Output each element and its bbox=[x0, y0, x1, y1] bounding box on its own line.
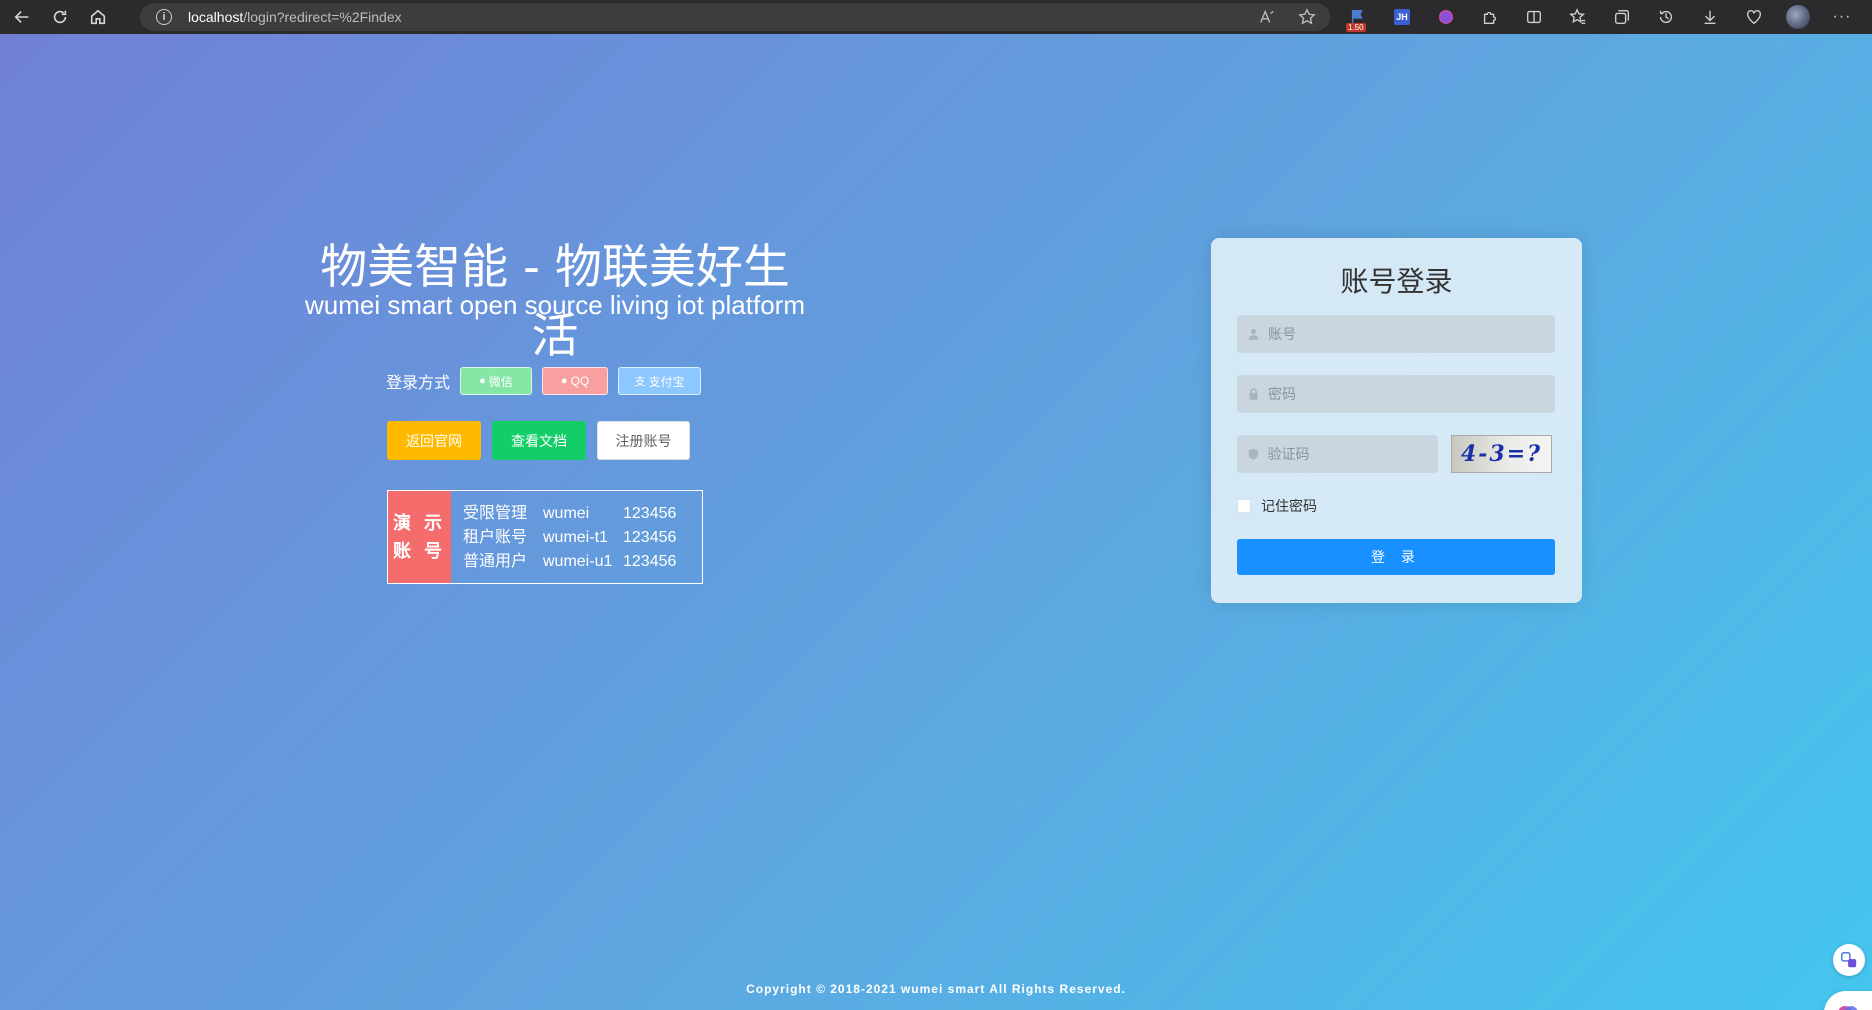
extension-flag-button[interactable]: 1.50 bbox=[1346, 5, 1370, 32]
home-button[interactable] bbox=[82, 3, 114, 31]
captcha-field[interactable] bbox=[1237, 435, 1438, 473]
demo-role: 租户账号 bbox=[463, 529, 528, 546]
reload-icon bbox=[53, 10, 67, 24]
back-arrow-icon bbox=[14, 11, 29, 23]
favorites-icon bbox=[1569, 8, 1586, 24]
translate-icon bbox=[1841, 952, 1857, 968]
register-button[interactable]: 注册账号 bbox=[597, 421, 690, 460]
qq-label: QQ bbox=[570, 374, 590, 388]
site-info-icon[interactable]: i bbox=[156, 9, 172, 25]
read-aloud-icon[interactable] bbox=[1258, 8, 1276, 26]
demo-role: 普通用户 bbox=[463, 553, 528, 570]
login-methods: 登录方式 ● 微信 ● QQ 支 支付宝 bbox=[386, 367, 711, 395]
brain-icon bbox=[1838, 1006, 1858, 1010]
demo-accounts: 演 示 账 号 受限管理 wumei 123456 租户账号 wumei-t1 … bbox=[387, 490, 703, 584]
demo-pass: 123456 bbox=[623, 505, 677, 522]
browser-toolbar: i localhost/login?redirect=%2Findex 1.50… bbox=[0, 0, 1872, 34]
user-icon bbox=[1248, 328, 1259, 340]
username-input[interactable] bbox=[1268, 326, 1555, 342]
translate-button[interactable] bbox=[1833, 944, 1865, 976]
demo-row: 租户账号 wumei-t1 123456 bbox=[463, 526, 693, 550]
url-text[interactable]: localhost/login?redirect=%2Findex bbox=[188, 9, 402, 25]
back-to-site-button[interactable]: 返回官网 bbox=[387, 421, 481, 460]
alipay-icon: 支 bbox=[634, 376, 646, 388]
login-card: 账号登录 4-3=? 记住密码 登 录 bbox=[1211, 238, 1582, 603]
demo-user: wumei bbox=[543, 505, 590, 522]
remember-password[interactable]: 记住密码 bbox=[1237, 496, 1317, 516]
demo-row: 普通用户 wumei-u1 123456 bbox=[463, 550, 693, 574]
captcha-input[interactable] bbox=[1267, 446, 1438, 462]
downloads-button[interactable] bbox=[1698, 5, 1722, 29]
collections-icon bbox=[1615, 10, 1629, 24]
demo-pass: 123456 bbox=[623, 529, 677, 546]
login-methods-label: 登录方式 bbox=[386, 375, 451, 392]
demo-tag: 演 示 账 号 bbox=[388, 491, 451, 583]
qq-icon: ● bbox=[560, 375, 568, 387]
login-button[interactable]: 登 录 bbox=[1237, 539, 1555, 575]
qq-login-button[interactable]: ● QQ bbox=[542, 367, 609, 395]
reload-button[interactable] bbox=[44, 3, 76, 31]
username-field[interactable] bbox=[1237, 315, 1555, 353]
view-docs-button[interactable]: 查看文档 bbox=[492, 421, 586, 460]
wechat-login-button[interactable]: ● 微信 bbox=[460, 367, 533, 395]
extension-brain-button[interactable] bbox=[1434, 5, 1458, 29]
demo-tag-line1: 演 示 bbox=[392, 513, 446, 533]
home-icon bbox=[90, 9, 106, 25]
demo-role: 受限管理 bbox=[463, 505, 528, 522]
settings-more-button[interactable]: ··· bbox=[1830, 5, 1854, 29]
more-icon: ··· bbox=[1832, 8, 1852, 25]
extensions-button[interactable] bbox=[1478, 5, 1502, 29]
demo-rows: 受限管理 wumei 123456 租户账号 wumei-t1 123456 普… bbox=[451, 491, 693, 583]
split-screen-button[interactable] bbox=[1522, 5, 1546, 29]
url-host: localhost bbox=[188, 9, 244, 25]
heart-pulse-icon bbox=[1747, 10, 1761, 25]
shield-icon bbox=[1248, 448, 1258, 460]
brain-icon bbox=[1439, 10, 1453, 24]
captcha-text: 4-3=? bbox=[1460, 441, 1543, 467]
captcha-image[interactable]: 4-3=? bbox=[1451, 435, 1552, 473]
address-bar[interactable]: i localhost/login?redirect=%2Findex bbox=[140, 3, 1330, 31]
quick-links: 返回官网 查看文档 注册账号 bbox=[387, 421, 701, 460]
performance-button[interactable] bbox=[1742, 5, 1766, 29]
history-button[interactable] bbox=[1654, 5, 1678, 29]
demo-row: 受限管理 wumei 123456 bbox=[463, 502, 693, 526]
demo-tag-line2: 账 号 bbox=[392, 541, 446, 561]
demo-user: wumei-t1 bbox=[543, 529, 608, 546]
copyright: Copyright © 2018-2021 wumei smart All Ri… bbox=[746, 982, 1126, 996]
password-field[interactable] bbox=[1237, 375, 1555, 413]
favorite-star-icon[interactable] bbox=[1298, 8, 1316, 26]
hero-subtitle: wumei smart open source living iot platf… bbox=[305, 290, 805, 320]
alipay-label: 支付宝 bbox=[648, 374, 685, 389]
jh-icon: JH bbox=[1394, 9, 1410, 25]
demo-pass: 123456 bbox=[623, 553, 677, 570]
collections-button[interactable] bbox=[1610, 5, 1634, 29]
password-input[interactable] bbox=[1268, 386, 1555, 402]
remember-label: 记住密码 bbox=[1261, 498, 1317, 514]
login-title: 账号登录 bbox=[1340, 265, 1453, 298]
back-button[interactable] bbox=[6, 3, 38, 31]
remember-checkbox[interactable] bbox=[1237, 499, 1251, 513]
puzzle-icon bbox=[1483, 11, 1497, 24]
login-page: 物美智能 - 物联美好生活 wumei smart open source li… bbox=[0, 34, 1872, 1010]
profile-button[interactable] bbox=[1786, 5, 1810, 29]
lock-icon bbox=[1249, 388, 1258, 400]
avatar bbox=[1786, 5, 1810, 29]
split-screen-icon bbox=[1527, 10, 1541, 24]
extension-jh-button[interactable]: JH bbox=[1390, 5, 1414, 29]
extension-badge: 1.50 bbox=[1346, 23, 1366, 32]
url-path: /login?redirect=%2Findex bbox=[243, 9, 402, 25]
wechat-label: 微信 bbox=[488, 374, 513, 389]
demo-user: wumei-u1 bbox=[543, 553, 613, 570]
wechat-icon: ● bbox=[479, 375, 486, 387]
history-icon bbox=[1659, 10, 1673, 24]
alipay-login-button[interactable]: 支 支付宝 bbox=[618, 367, 702, 395]
favorites-button[interactable] bbox=[1566, 5, 1590, 29]
download-icon bbox=[1704, 10, 1716, 24]
